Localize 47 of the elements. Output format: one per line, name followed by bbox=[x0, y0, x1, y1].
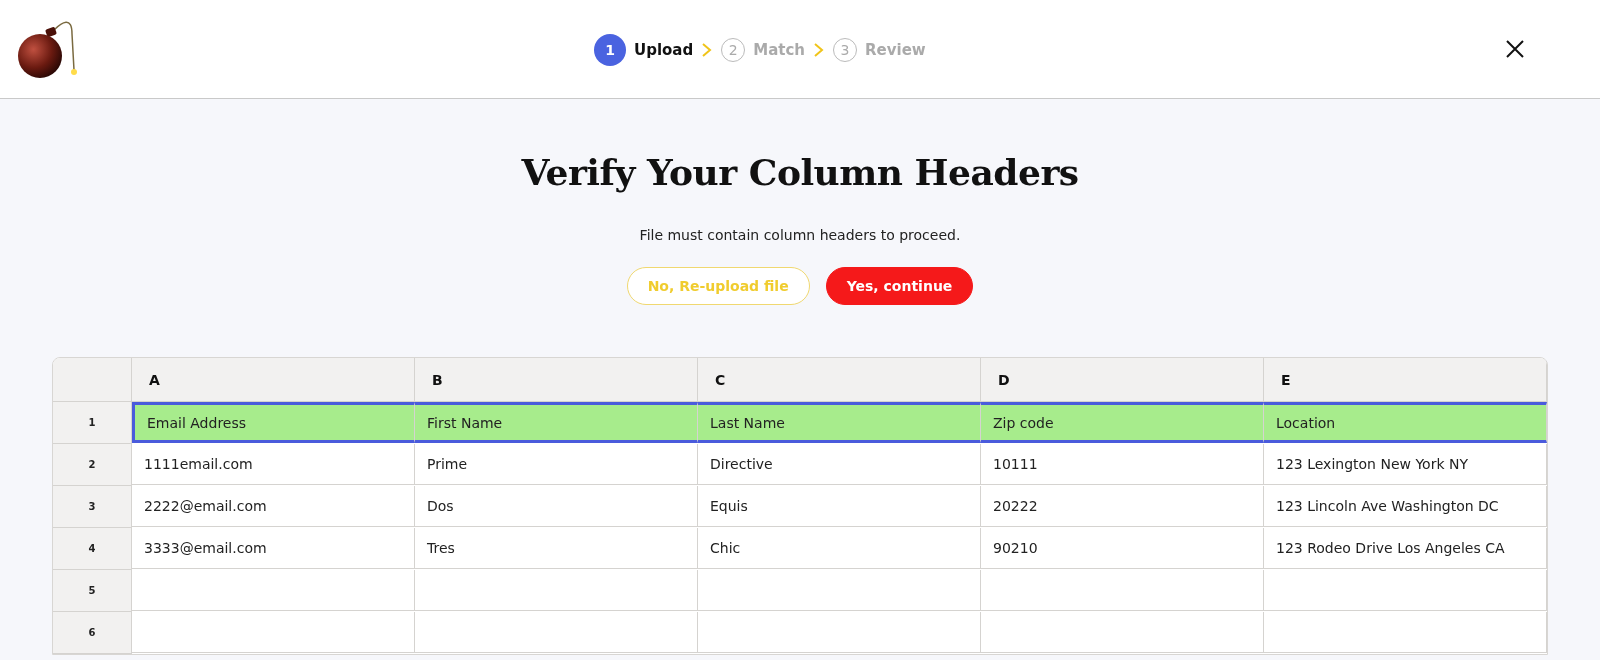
step-label: Review bbox=[865, 41, 926, 59]
table-cell: Zip code bbox=[981, 402, 1264, 443]
table-cell: Equis bbox=[698, 486, 981, 527]
table-cell: 123 Lexington New York NY bbox=[1264, 444, 1547, 485]
table-cell: Location bbox=[1264, 402, 1547, 443]
table-cell: 90210 bbox=[981, 528, 1264, 569]
row-number: 1 bbox=[53, 402, 132, 444]
table-cell: Directive bbox=[698, 444, 981, 485]
page-title: Verify Your Column Headers bbox=[521, 151, 1079, 193]
row-number: 3 bbox=[53, 486, 132, 528]
table-cell: 123 Rodeo Drive Los Angeles CA bbox=[1264, 528, 1547, 569]
step-tab[interactable]: 3 Review bbox=[833, 38, 926, 62]
step-number: 1 bbox=[594, 34, 626, 66]
table-cell: Email Address bbox=[132, 402, 415, 443]
step-tab[interactable]: 2 Match bbox=[721, 38, 806, 62]
row-number: 6 bbox=[53, 612, 132, 654]
table-cell: Tres bbox=[415, 528, 698, 569]
continue-button[interactable]: Yes, continue bbox=[825, 267, 974, 305]
chevron-icon bbox=[813, 42, 826, 58]
step-label: Match bbox=[753, 41, 806, 59]
row-number: 2 bbox=[53, 444, 132, 486]
table-cell: Last Name bbox=[698, 402, 981, 443]
step-label: Upload bbox=[634, 41, 694, 59]
column-header: B bbox=[415, 358, 698, 402]
table-cell: 1111email.com bbox=[132, 444, 415, 485]
column-header: A bbox=[132, 358, 415, 402]
step-tab[interactable]: 1 Upload bbox=[594, 34, 694, 66]
table-cell: Chic bbox=[698, 528, 981, 569]
table-cell: 20222 bbox=[981, 486, 1264, 527]
column-header: E bbox=[1264, 358, 1547, 402]
reupload-button[interactable]: No, Re-upload file bbox=[626, 267, 810, 305]
step-number: 2 bbox=[721, 38, 746, 62]
close-icon bbox=[1506, 40, 1524, 58]
row-number: 5 bbox=[53, 570, 132, 612]
column-header: D bbox=[981, 358, 1264, 402]
column-header: C bbox=[698, 358, 981, 402]
table-cell: 10111 bbox=[981, 444, 1264, 485]
subtitle-text: File must contain column headers to proceed. bbox=[639, 227, 961, 243]
table-cell: 123 Lincoln Ave Washington DC bbox=[1264, 486, 1547, 527]
table-cell: Prime bbox=[415, 444, 698, 485]
step-number: 3 bbox=[833, 38, 858, 62]
row-number: 4 bbox=[53, 528, 132, 570]
table-cell: Dos bbox=[415, 486, 698, 527]
table-cell: 3333@email.com bbox=[132, 528, 415, 569]
table-cell: 2222@email.com bbox=[132, 486, 415, 527]
chevron-icon bbox=[701, 42, 714, 58]
table-cell: First Name bbox=[415, 402, 698, 443]
